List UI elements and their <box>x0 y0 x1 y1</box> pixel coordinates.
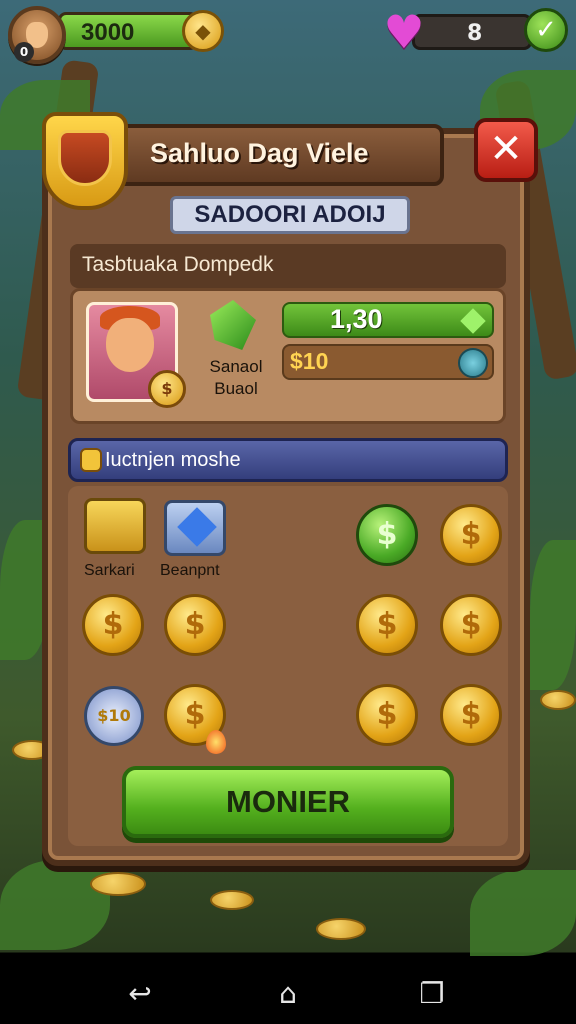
hearts-count: 8 <box>467 21 483 46</box>
info-banner-label: Iuctnjen moshe <box>105 449 241 471</box>
green-dollar-coin[interactable]: $ <box>356 504 418 566</box>
ground-coin <box>540 690 576 710</box>
dollar-coin[interactable]: $ <box>440 684 502 746</box>
dollar-coin[interactable]: $ <box>440 504 502 566</box>
gold-ticket-icon[interactable]: $10 <box>84 686 144 746</box>
home-icon[interactable]: ⌂ <box>264 974 312 1014</box>
ground-coin <box>90 872 146 896</box>
back-icon[interactable]: ↩ <box>116 974 164 1014</box>
jungle-leaf <box>530 540 576 690</box>
player-level: 0 <box>14 42 34 62</box>
ground-coin <box>316 918 366 940</box>
green-check-icon[interactable]: ✓ <box>524 8 568 52</box>
recents-icon[interactable]: ❐ <box>408 974 456 1014</box>
portrait-coin-icon: $ <box>148 370 186 408</box>
secondary-value: $10 <box>290 348 329 374</box>
item-label: Beanpnt <box>160 562 220 579</box>
banner-coin-icon <box>80 448 102 472</box>
primary-value: 1,30 <box>330 304 383 334</box>
hero-face <box>106 318 154 372</box>
hero-card-label: Sanaol Buaol <box>209 357 263 398</box>
info-banner[interactable]: Iuctnjen moshe <box>68 438 508 482</box>
dollar-coin[interactable]: $ <box>440 594 502 656</box>
flame-icon <box>206 730 226 754</box>
hearts-counter: 8 <box>412 14 532 50</box>
blue-gem-icon <box>177 507 217 547</box>
coin-counter: 3000 <box>58 12 198 50</box>
confirm-button-label: MONIER <box>226 784 350 819</box>
green-diamond-icon <box>460 308 486 334</box>
confirm-button[interactable]: MONIER <box>122 766 454 838</box>
heart-icon[interactable]: ♥ <box>380 8 428 56</box>
section-header-label: Tasbtuaka Dompedk <box>82 253 274 276</box>
secondary-value-bar: $10 <box>282 344 494 380</box>
dollar-coin[interactable]: $ <box>356 684 418 746</box>
item-label: Sarkari <box>84 562 135 579</box>
dollar-coin[interactable]: $ <box>82 594 144 656</box>
dialog-title: Sahluo Dag Viele <box>150 138 369 168</box>
jungle-leaf <box>0 860 110 950</box>
close-button[interactable]: ✕ <box>474 118 538 182</box>
dialog-subtitle-plate: SADOORI ADOIJ <box>170 196 410 234</box>
teal-gem-icon <box>458 348 488 378</box>
section-header: Tasbtuaka Dompedk <box>70 244 506 288</box>
dollar-coin[interactable]: $ <box>164 594 226 656</box>
coin-count: 3000 <box>81 19 135 46</box>
dollar-coin[interactable]: $ <box>356 594 418 656</box>
primary-value-bar: 1,30 <box>282 302 494 338</box>
close-icon: ✕ <box>489 126 523 172</box>
jungle-leaf <box>470 870 576 956</box>
gold-diamond-icon[interactable]: ◆ <box>182 10 224 52</box>
chest-emblem-icon <box>58 130 112 186</box>
ground-coin <box>210 890 254 910</box>
blue-gem-card-icon[interactable] <box>164 500 226 556</box>
gold-stack-icon[interactable] <box>84 498 146 554</box>
dialog-subtitle: SADOORI ADOIJ <box>194 201 386 228</box>
